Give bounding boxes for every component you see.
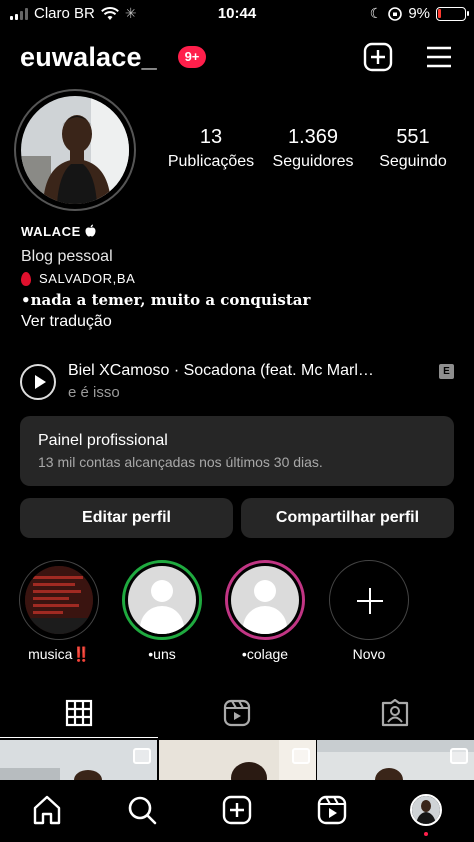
carousel-icon (450, 748, 468, 764)
highlight-ring (122, 560, 202, 640)
post-thumbnail[interactable] (159, 740, 316, 780)
tab-reels[interactable] (158, 690, 316, 738)
following-stat[interactable]: 551 Seguindo (373, 126, 453, 171)
reels-icon (223, 699, 251, 727)
posts-count: 13 (199, 126, 223, 148)
see-translation-link[interactable]: Ver tradução (21, 313, 461, 331)
tab-posts-grid[interactable] (0, 690, 158, 738)
location-text: SALVADOR,BA (39, 271, 136, 286)
moon-icon: ☾ (369, 5, 383, 21)
notification-dot (424, 832, 428, 836)
create-button[interactable] (363, 42, 393, 72)
location-row: SALVADOR,BA (21, 271, 461, 286)
highlight-uns[interactable]: •uns (121, 560, 203, 662)
blood-drop-icon (21, 271, 31, 286)
display-name-row: WALACE (21, 224, 461, 242)
menu-button[interactable] (425, 42, 455, 72)
create-icon (222, 795, 252, 825)
profile-music[interactable]: Biel XCamoso · Socadona (feat. Mc Marl… … (20, 362, 460, 404)
dashboard-title: Painel profissional (38, 432, 168, 449)
highlight-ring (19, 560, 99, 640)
notifications-badge[interactable]: 9+ (178, 46, 206, 68)
highlight-label: •colage (241, 646, 289, 662)
followers-label: Seguidores (272, 153, 354, 170)
post-thumbnail[interactable] (0, 740, 157, 780)
explicit-badge: E (439, 364, 454, 379)
tab-tagged[interactable] (316, 690, 474, 738)
nav-home[interactable] (31, 794, 63, 826)
following-label: Seguindo (379, 153, 447, 170)
highlight-ring (225, 560, 305, 640)
profile-tabs (0, 690, 474, 738)
profile-header: euwalace_ 9+ (0, 38, 474, 80)
search-icon (128, 796, 157, 825)
highlight-cover (128, 566, 196, 634)
music-title: Biel XCamoso · Socadona (feat. Mc Marl… (68, 362, 374, 379)
plus-square-icon (363, 42, 393, 72)
music-subtitle: e é isso (68, 384, 120, 401)
carousel-icon (133, 748, 151, 764)
bio-quote: •nada a temer, muito a conquistar (21, 291, 311, 309)
battery-icon (436, 6, 469, 21)
bottom-navigation (0, 780, 474, 842)
user-placeholder-body (243, 606, 287, 634)
highlight-colage[interactable]: •colage (224, 560, 306, 662)
username-switcher[interactable]: euwalace_ (20, 42, 157, 73)
tagged-icon (381, 699, 409, 727)
posts-label: Publicações (167, 153, 255, 170)
nav-search[interactable] (126, 794, 158, 826)
apple-icon (85, 224, 96, 237)
posts-grid (0, 740, 474, 780)
carousel-icon (292, 748, 310, 764)
play-icon[interactable] (20, 364, 56, 400)
edit-profile-button[interactable]: Editar perfil (20, 498, 233, 538)
user-placeholder-icon (151, 580, 173, 602)
nav-create[interactable] (221, 794, 253, 826)
home-icon (33, 795, 61, 825)
share-profile-button[interactable]: Compartilhar perfil (241, 498, 454, 538)
orientation-lock-icon (388, 6, 403, 21)
highlight-label: •uns (148, 646, 176, 662)
profile-category: Blog pessoal (21, 248, 113, 265)
status-right: ☾ 9% (369, 5, 469, 22)
dashboard-subtitle: 13 mil contas alcançadas nos últimos 30 … (38, 454, 323, 470)
plus-icon (329, 560, 409, 640)
profile-bio: WALACE Blog pessoal SALVADOR,BA •nada a … (21, 224, 461, 331)
post-thumbnail[interactable] (317, 740, 474, 780)
highlight-cover (231, 566, 299, 634)
nav-reels[interactable] (316, 794, 348, 826)
professional-dashboard[interactable]: Painel profissional 13 mil contas alcanç… (20, 416, 454, 486)
status-bar: Claro BR ✳ 10:44 ☾ 9% (0, 0, 474, 28)
new-highlight-button[interactable]: Novo (328, 560, 410, 662)
grid-icon (65, 699, 93, 727)
highlight-cover (25, 566, 93, 634)
nav-profile-avatar[interactable] (410, 794, 442, 826)
highlight-musica[interactable]: musica‼️ (18, 560, 100, 663)
profile-avatar[interactable] (21, 96, 129, 204)
posts-stat[interactable]: 13 Publicações (166, 126, 256, 171)
following-count: 551 (396, 126, 430, 148)
followers-stat[interactable]: 1.369 Seguidores (265, 126, 361, 171)
user-placeholder-body (140, 606, 184, 634)
highlight-label: Novo (352, 646, 386, 662)
avatar-photo (21, 96, 129, 204)
battery-percent: 9% (408, 5, 430, 22)
user-placeholder-icon (254, 580, 276, 602)
hamburger-icon (427, 46, 451, 68)
reels-icon (317, 795, 347, 825)
highlight-label: musica‼️ (28, 646, 90, 662)
display-name: WALACE (21, 224, 81, 239)
followers-count: 1.369 (287, 126, 339, 148)
